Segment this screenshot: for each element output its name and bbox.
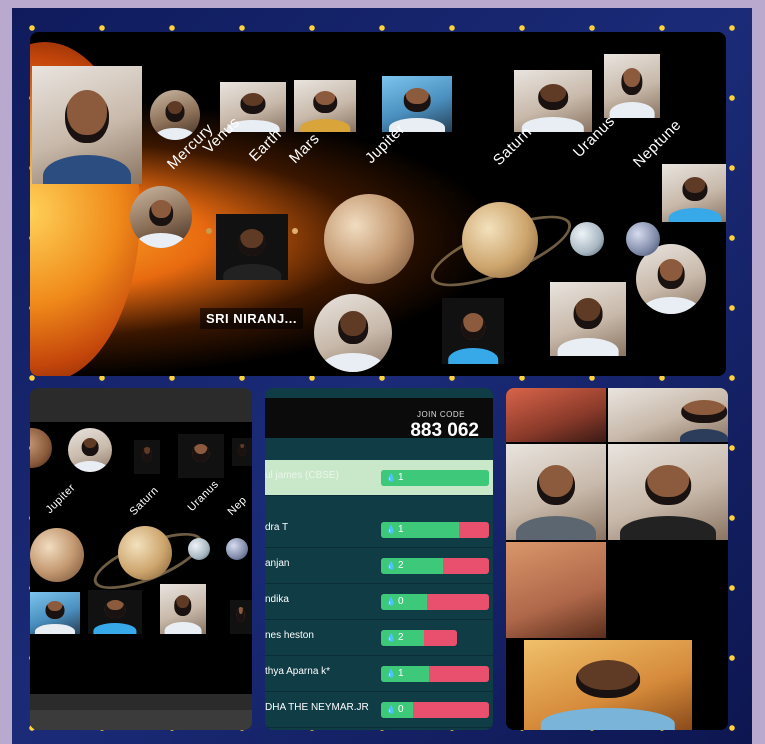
- leaderboard-row: nes heston 💧 2: [265, 620, 493, 656]
- leaderboard-row: ul james (CBSE) 💧 1: [265, 460, 493, 496]
- saturn-planet: [118, 526, 172, 580]
- player-name: thya Aparna k*: [265, 666, 331, 677]
- participant-tile-empty: [608, 542, 728, 638]
- shared-screen-thumbnail: Jupiter Saturn Uranus Nep: [30, 422, 252, 694]
- player-name: ul james (CBSE): [265, 470, 339, 481]
- participant-tile[interactable]: [232, 438, 252, 466]
- jupiter-planet: [30, 528, 84, 582]
- participant-tile[interactable]: [68, 428, 112, 472]
- leaderboard-row: anjan 💧 2: [265, 548, 493, 584]
- neptune-planet: [626, 222, 660, 256]
- participant-tile[interactable]: [506, 542, 606, 638]
- earth-planet: [292, 228, 298, 234]
- drop-icon: 💧: [386, 561, 396, 570]
- planet-label: Saturn: [489, 123, 536, 169]
- thumbnail-panel-left[interactable]: Jupiter Saturn Uranus Nep: [30, 388, 252, 730]
- drop-icon: 💧: [386, 525, 396, 534]
- mercury-planet: [206, 228, 212, 234]
- participant-tile[interactable]: [216, 214, 288, 280]
- leaderboard-row: DHA THE NEYMAR.JR 💧 0: [265, 692, 493, 728]
- participant-tile[interactable]: [134, 440, 160, 474]
- drop-icon: 💧: [386, 705, 396, 714]
- participant-tile[interactable]: [88, 590, 142, 634]
- player-name: ndika: [265, 594, 289, 605]
- planet-label: Uranus: [185, 478, 222, 514]
- participant-tile[interactable]: [550, 282, 626, 356]
- score-bar: 💧 2: [381, 558, 489, 574]
- neptune-planet: [226, 538, 248, 560]
- player-name: DHA THE NEYMAR.JR: [265, 702, 369, 713]
- score-bar: 💧 1: [381, 470, 489, 486]
- drop-icon: 💧: [386, 633, 396, 642]
- participant-tile[interactable]: [314, 294, 392, 372]
- participant-tile[interactable]: [230, 600, 252, 634]
- jupiter-planet: [324, 194, 414, 284]
- quiz-leaderboard-panel: JOIN CODE 883 062 ul james (CBSE) 💧 1 dra…: [265, 388, 493, 730]
- drop-icon: 💧: [386, 669, 396, 678]
- participant-tile[interactable]: [178, 434, 224, 478]
- drop-icon: 💧: [386, 597, 396, 606]
- participant-tile[interactable]: [160, 584, 206, 634]
- player-name: anjan: [265, 558, 290, 569]
- join-code-value: 883 062: [410, 420, 479, 441]
- saturn-planet: [462, 202, 538, 278]
- score-bar: 💧 1: [381, 522, 489, 538]
- join-code-label: JOIN CODE: [416, 410, 465, 419]
- leaderboard-row: thya Aparna k* 💧 1: [265, 656, 493, 692]
- mars-planet: [30, 428, 52, 468]
- score-bar: 💧 0: [381, 594, 489, 610]
- participant-tile[interactable]: [30, 592, 80, 634]
- score-bar: 💧 0: [381, 702, 489, 718]
- participant-tile[interactable]: [442, 298, 504, 364]
- planet-label: Nep: [225, 494, 250, 518]
- participant-tile[interactable]: [662, 164, 726, 222]
- score-bar: 💧 1: [381, 666, 489, 682]
- leaderboard-row: dra T 💧 1: [265, 512, 493, 548]
- player-name: nes heston: [265, 630, 314, 641]
- main-video-panel: Mercury Venus Earth Mars Jupiter Saturn …: [30, 32, 726, 376]
- drop-icon: 💧: [386, 473, 396, 482]
- participant-tile[interactable]: [608, 444, 728, 540]
- planet-label: Saturn: [127, 484, 162, 518]
- participant-tile[interactable]: [514, 70, 592, 132]
- starry-frame: Mercury Venus Earth Mars Jupiter Saturn …: [12, 8, 752, 744]
- uranus-planet: [188, 538, 210, 560]
- participant-tile[interactable]: [506, 388, 606, 442]
- uranus-planet: [570, 222, 604, 256]
- participant-tile[interactable]: [608, 388, 728, 442]
- score-bar: 💧 2: [381, 630, 457, 646]
- planet-label: Neptune: [629, 116, 685, 171]
- participant-grid-panel: [506, 388, 728, 730]
- join-code-header: JOIN CODE 883 062: [265, 398, 493, 441]
- leaderboard-row: ndika 💧 0: [265, 584, 493, 620]
- participant-tile[interactable]: [294, 80, 356, 132]
- planet-label: Jupiter: [43, 481, 78, 516]
- participant-tile[interactable]: [524, 640, 692, 730]
- participant-tile-teacher[interactable]: [32, 66, 142, 184]
- participant-tile[interactable]: [604, 54, 660, 118]
- planet-label: Mars: [285, 129, 323, 167]
- player-name: dra T: [265, 522, 289, 533]
- participant-tile[interactable]: [506, 444, 606, 540]
- participant-tile[interactable]: [130, 186, 192, 248]
- participant-name-tag: SRI NIRANJ...: [200, 308, 304, 329]
- bottom-toolbar: [30, 710, 252, 730]
